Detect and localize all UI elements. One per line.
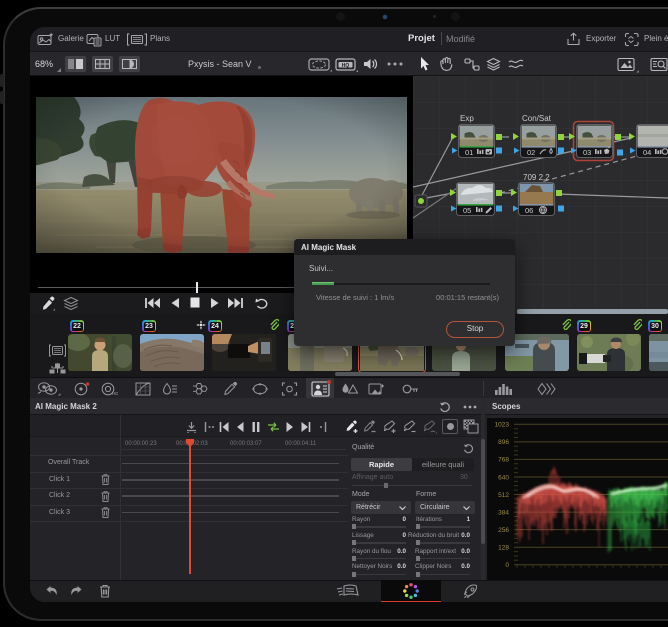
svg-text:768: 768 [498, 457, 509, 464]
svg-text:709 2.2: 709 2.2 [523, 173, 550, 182]
svg-text:04: 04 [643, 148, 651, 157]
svg-text:05: 05 [463, 206, 471, 215]
svg-text:03: 03 [583, 148, 591, 157]
svg-text:06: 06 [525, 206, 533, 215]
svg-text:02: 02 [527, 148, 535, 157]
svg-text:256: 256 [498, 527, 509, 534]
svg-text:1023: 1023 [495, 422, 510, 429]
svg-text:01: 01 [465, 148, 473, 157]
svg-text:HDR: HDR [112, 391, 118, 396]
svg-text:128: 128 [498, 545, 509, 552]
svg-text:Con/Sat: Con/Sat [522, 114, 552, 123]
svg-text:640: 640 [498, 474, 509, 481]
svg-text:384: 384 [498, 509, 509, 516]
svg-text:512: 512 [498, 492, 509, 499]
svg-text:0: 0 [505, 562, 509, 569]
svg-text:Exp: Exp [460, 114, 474, 123]
svg-text:HQ: HQ [342, 63, 350, 69]
svg-text:896: 896 [498, 439, 509, 446]
